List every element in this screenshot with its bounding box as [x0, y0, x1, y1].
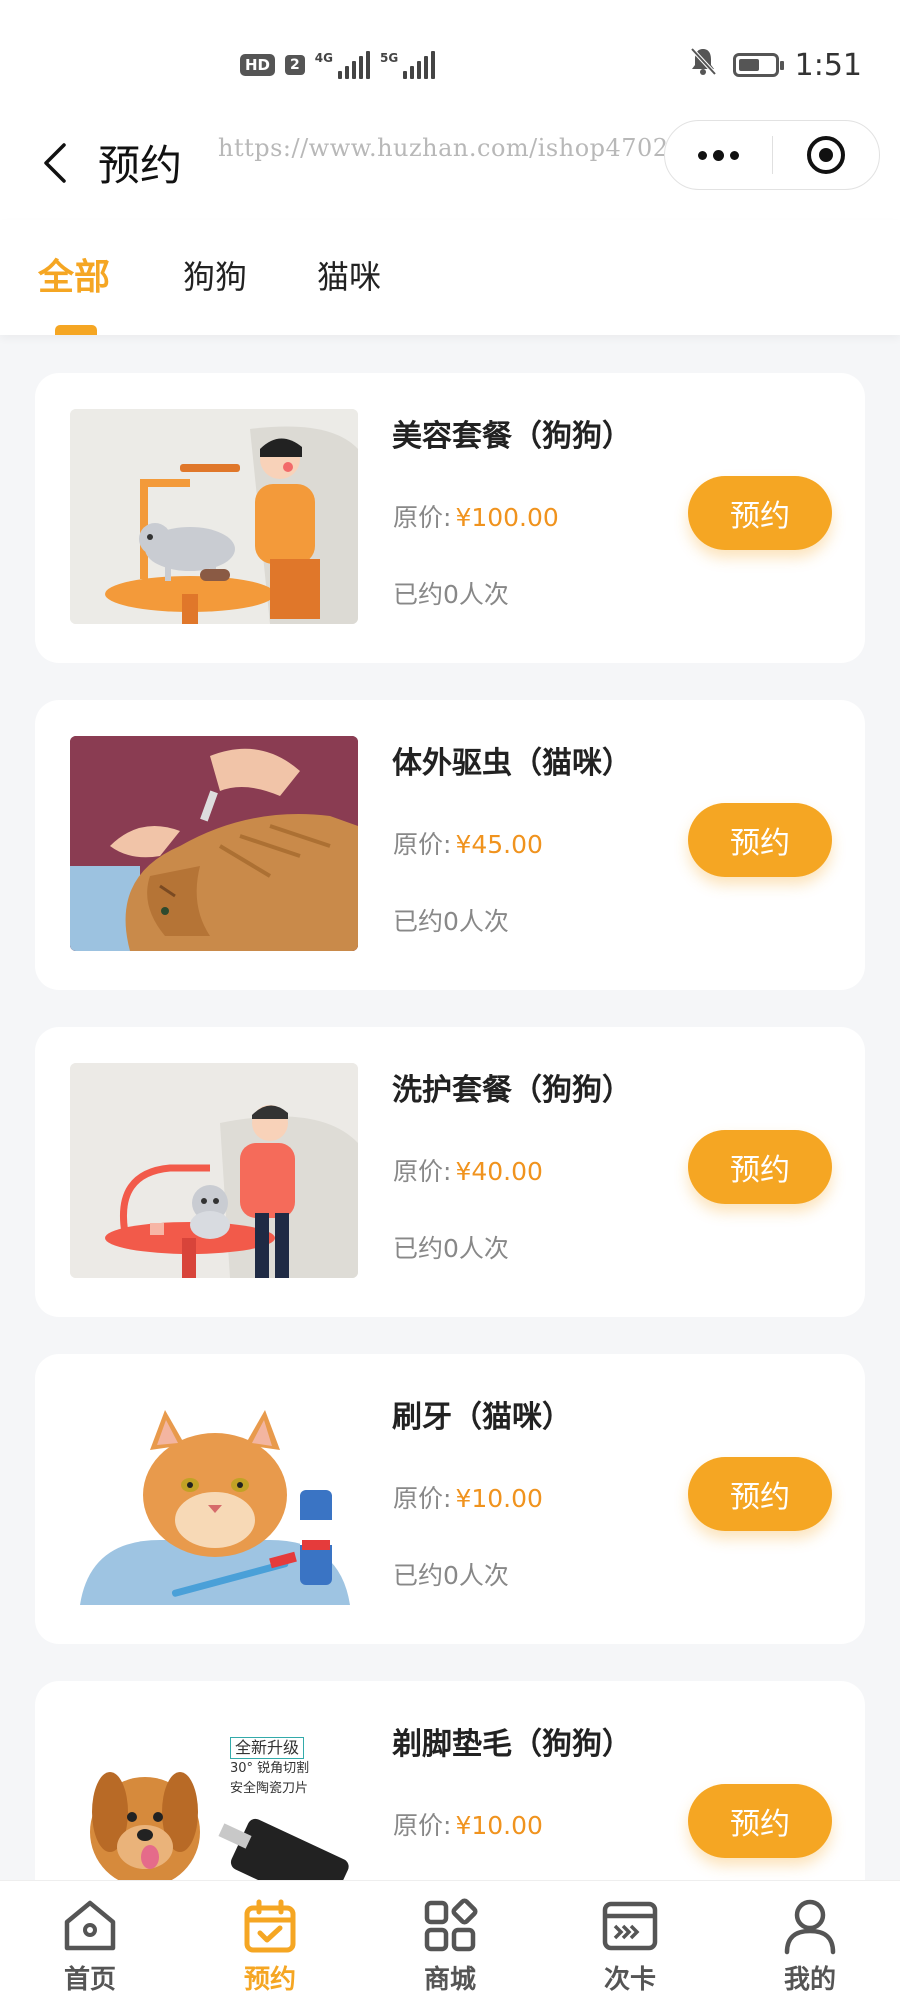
bottom-nav: 首页 预约 商城 次卡 我的 [0, 1880, 900, 2000]
signal-5g-icon: 5G [380, 51, 436, 79]
sim-badge: 2 [285, 55, 305, 75]
price-label: 原价: [393, 830, 452, 859]
promo-line-2: 30° 锐角切割 [230, 1761, 310, 1776]
watermark: https://www.huzhan.com/ishop47020 [218, 134, 685, 162]
tab-indicator [55, 325, 97, 335]
price-row: 原价: ¥45.00 [393, 825, 543, 861]
service-name: 美容套餐（狗狗） [392, 419, 632, 454]
hd-badge: HD [240, 54, 276, 76]
service-name: 刷牙（猫咪） [392, 1400, 572, 1435]
miniprogram-capsule [664, 120, 880, 190]
price-value: ¥10.00 [455, 1484, 543, 1513]
more-button[interactable] [665, 121, 772, 189]
price-label: 原价: [393, 1811, 452, 1840]
tab-all[interactable]: 全部 [38, 248, 110, 300]
battery-icon [732, 53, 784, 77]
service-name: 洗护套餐（狗狗） [392, 1073, 632, 1108]
nav-home-label: 首页 [63, 1965, 116, 1995]
promo-line-3: 安全陶瓷刀片 [230, 1781, 309, 1796]
service-image [70, 1390, 358, 1605]
status-right: 1:51 [689, 46, 862, 84]
booked-count: 已约0人次 [393, 907, 509, 936]
service-image: 全新升级 30° 锐角切割 安全陶瓷刀片 [70, 1717, 358, 1892]
price-value: ¥45.00 [455, 830, 543, 859]
price-row: 原价: ¥10.00 [393, 1479, 543, 1515]
price-label: 原价: [393, 1157, 452, 1186]
signal-4g-icon: 4G [315, 51, 370, 79]
bell-muted-icon [689, 46, 717, 84]
user-icon [784, 1899, 836, 1955]
nav-profile-label: 我的 [783, 1965, 836, 1995]
book-button[interactable]: 预约 [688, 803, 832, 877]
service-card[interactable]: 刷牙（猫咪） 原价: ¥10.00 已约0人次 预约 [35, 1354, 865, 1644]
page-title: 预约 [98, 141, 183, 190]
booked-count: 已约0人次 [393, 1561, 509, 1590]
nav-card[interactable]: 次卡 [570, 1895, 690, 1995]
booked-count: 已约0人次 [393, 1234, 509, 1263]
nav-card-label: 次卡 [603, 1965, 656, 1995]
nav-profile[interactable]: 我的 [750, 1895, 870, 1995]
header: 预约 https://www.huzhan.com/ishop47020 [0, 120, 900, 220]
service-card[interactable]: 洗护套餐（狗狗） 原价: ¥40.00 已约0人次 预约 [35, 1027, 865, 1317]
close-miniprogram-button[interactable] [772, 121, 879, 189]
card-icon [602, 1901, 658, 1951]
nav-booking-label: 预约 [243, 1965, 296, 1995]
nav-shop-label: 商城 [423, 1965, 476, 1995]
service-card[interactable]: 美容套餐（狗狗） 原价: ¥100.00 已约0人次 预约 [35, 373, 865, 663]
nav-shop[interactable]: 商城 [390, 1895, 510, 1995]
calendar-check-icon [244, 1899, 296, 1953]
nav-booking[interactable]: 预约 [210, 1895, 330, 1995]
status-bar: HD 2 4G 5G 1:51 [0, 0, 900, 120]
service-image [70, 409, 358, 624]
tab-cats[interactable]: 猫咪 [317, 252, 381, 298]
book-button[interactable]: 预约 [688, 476, 832, 550]
tab-dogs[interactable]: 狗狗 [183, 252, 247, 298]
service-name: 剃脚垫毛（狗狗） [392, 1727, 632, 1762]
book-button[interactable]: 预约 [688, 1457, 832, 1531]
clock: 1:51 [794, 47, 862, 83]
service-image [70, 736, 358, 951]
nav-home[interactable]: 首页 [30, 1895, 150, 1995]
promo-text: 全新升级 30° 锐角切割 安全陶瓷刀片 [230, 1737, 309, 1799]
promo-line-1: 全新升级 [230, 1737, 305, 1759]
category-tabs: 全部 狗狗 猫咪 [0, 220, 900, 335]
service-image [70, 1063, 358, 1278]
price-label: 原价: [393, 1484, 452, 1513]
service-name: 体外驱虫（猫咪） [392, 746, 632, 781]
more-dots-icon [697, 149, 739, 161]
status-left: HD 2 4G 5G [240, 48, 436, 82]
home-icon [64, 1900, 116, 1951]
chevron-left-icon [44, 143, 66, 183]
target-icon [806, 136, 845, 174]
book-button[interactable]: 预约 [688, 1784, 832, 1858]
price-row: 原价: ¥10.00 [393, 1806, 543, 1842]
book-button[interactable]: 预约 [688, 1130, 832, 1204]
price-value: ¥100.00 [455, 503, 559, 532]
price-row: 原价: ¥40.00 [393, 1152, 543, 1188]
price-value: ¥10.00 [455, 1811, 543, 1840]
grid-icon [424, 1898, 478, 1952]
price-row: 原价: ¥100.00 [393, 498, 559, 534]
price-label: 原价: [393, 503, 452, 532]
service-card[interactable]: 体外驱虫（猫咪） 原价: ¥45.00 已约0人次 预约 [35, 700, 865, 990]
booked-count: 已约0人次 [393, 580, 509, 609]
back-button[interactable] [30, 138, 80, 188]
price-value: ¥40.00 [455, 1157, 543, 1186]
